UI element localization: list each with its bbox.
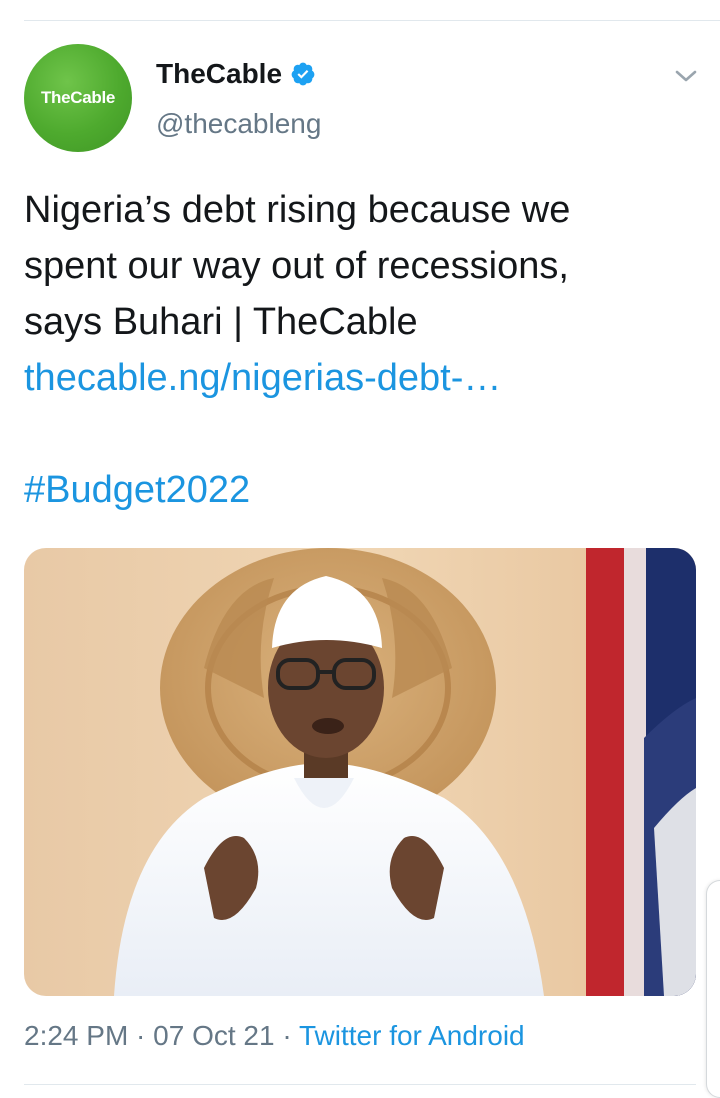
meta-separator: · <box>274 1020 299 1051</box>
meta-separator: · <box>128 1020 154 1051</box>
side-panel-handle[interactable] <box>706 880 720 1098</box>
tweet-text-line: Nigeria’s debt rising because we <box>24 189 571 231</box>
tweet-text-line: spent our way out of recessions, <box>24 245 569 287</box>
display-name[interactable]: TheCable <box>156 58 316 90</box>
top-divider <box>24 20 720 21</box>
chevron-down-icon[interactable] <box>672 62 700 90</box>
display-name-text[interactable]: TheCable <box>156 58 282 90</box>
tweet-text-line: says Buhari | TheCable <box>24 301 418 343</box>
hashtag-link[interactable]: #Budget2022 <box>24 462 704 518</box>
avatar[interactable]: TheCable <box>24 44 132 152</box>
tweet-meta: 2:24 PM · 07 Oct 21 · Twitter for Androi… <box>24 1020 525 1052</box>
photo-illustration <box>24 548 696 996</box>
tweet-body: Nigeria’s debt rising because we spent o… <box>24 182 704 518</box>
tweet-date: 07 Oct 21 <box>153 1020 275 1051</box>
tweet-photo[interactable] <box>24 548 696 996</box>
tweet-source-link[interactable]: Twitter for Android <box>299 1020 525 1051</box>
tweet-time: 2:24 PM <box>24 1020 129 1051</box>
user-handle[interactable]: @thecableng <box>156 108 321 140</box>
bottom-divider <box>24 1084 696 1085</box>
avatar-logo-text: TheCable <box>40 88 116 107</box>
article-link[interactable]: thecable.ng/nigerias-debt-… <box>24 350 704 406</box>
verified-badge-icon <box>291 62 315 86</box>
